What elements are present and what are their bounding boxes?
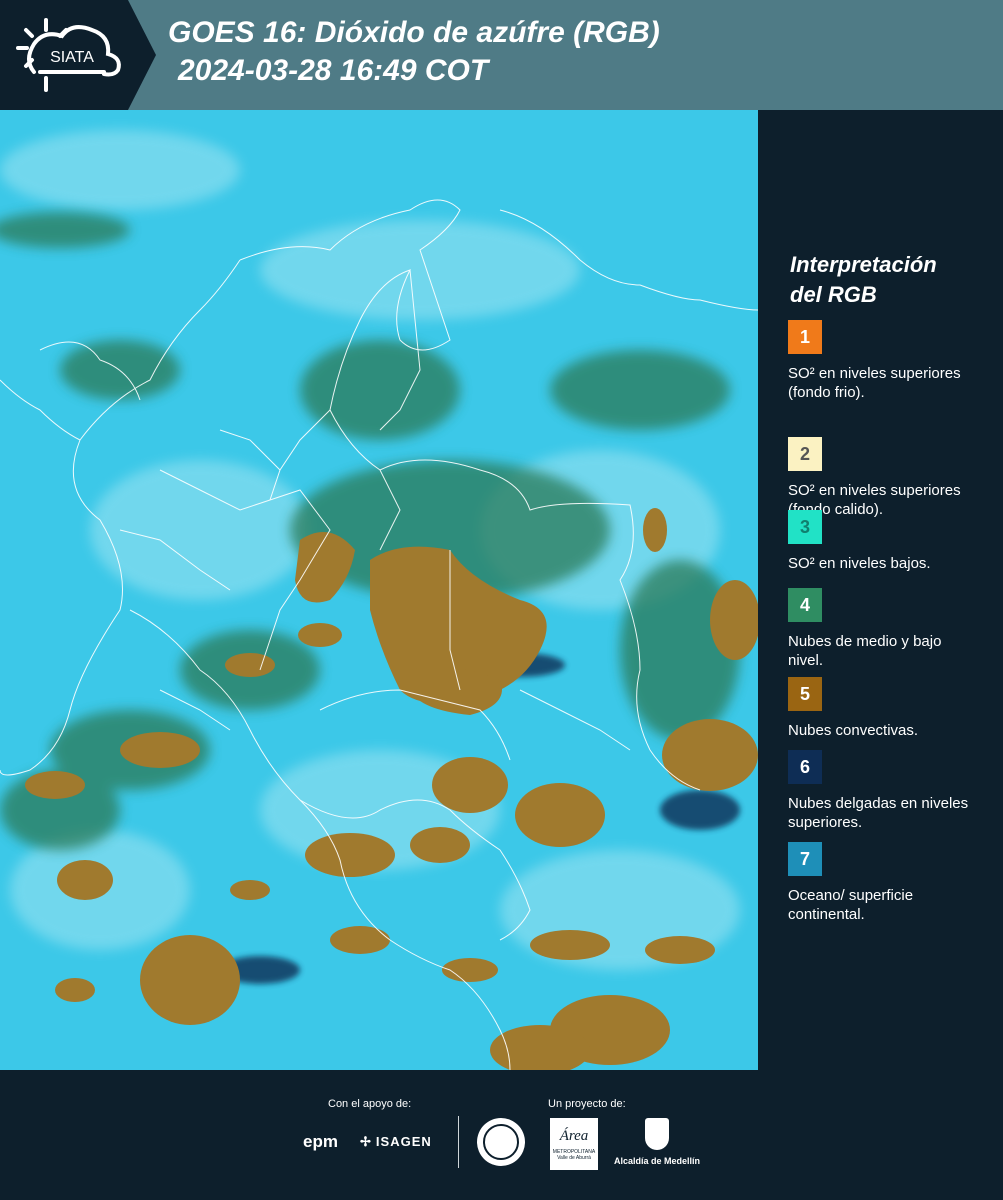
footer-divider bbox=[458, 1116, 459, 1168]
legend-swatch: 5 bbox=[788, 677, 822, 711]
support-label: Con el apoyo de: bbox=[328, 1098, 412, 1110]
legend-swatch: 4 bbox=[788, 588, 822, 622]
logo-arrow-shape bbox=[128, 0, 156, 110]
area-metropolitana-logo[interactable]: Área METROPOLITANA Valle de Aburrá bbox=[550, 1118, 598, 1170]
footer: Con el apoyo de: Un proyecto de: epm ✢ IS… bbox=[0, 1070, 1003, 1200]
header-bar: SIATA GOES 16: Dióxido de azúfre (RGB) 2… bbox=[0, 0, 1003, 110]
legend-item-7: 7 Oceano/ superficie continental. bbox=[788, 842, 998, 924]
alcaldia-medellin-logo[interactable]: Alcaldía de Medellín bbox=[612, 1118, 702, 1170]
legend-item-3: 3 SO² en niveles bajos. bbox=[788, 510, 998, 573]
legend-swatch: 2 bbox=[788, 437, 822, 471]
project-label: Un proyecto de: bbox=[548, 1098, 626, 1110]
isagen-logo[interactable]: ✢ ISAGEN bbox=[360, 1134, 432, 1150]
legend-item-1: 1 SO² en niveles superiores (fondo frio). bbox=[788, 320, 998, 402]
legend-item-6: 6 Nubes delgadas en niveles superiores. bbox=[788, 750, 998, 832]
legend-text: Nubes convectivas. bbox=[788, 722, 919, 739]
legend-text: SO² en niveles superiores (fondo frio). bbox=[788, 365, 961, 401]
epm-logo-text: epm bbox=[303, 1132, 338, 1151]
legend-title-line1: Interpretación bbox=[790, 252, 937, 277]
legend-text: Nubes delgadas en niveles superiores. bbox=[788, 795, 969, 831]
legend-swatch: 6 bbox=[788, 750, 822, 784]
area-logo-main: Área bbox=[559, 1128, 589, 1144]
satellite-image bbox=[0, 110, 758, 1070]
siata-logo[interactable]: SIATA bbox=[0, 0, 128, 110]
legend-title: Interpretación del RGB bbox=[790, 250, 990, 310]
epm-logo[interactable]: epm bbox=[303, 1132, 338, 1152]
legend-swatch: 1 bbox=[788, 320, 822, 354]
legend-text: SO² en niveles bajos. bbox=[788, 555, 931, 572]
page-title: GOES 16: Dióxido de azúfre (RGB) bbox=[168, 16, 660, 49]
sun-cloud-icon: SIATA bbox=[16, 18, 121, 92]
legend-title-line2: del RGB bbox=[790, 282, 877, 307]
legend-swatch: 7 bbox=[788, 842, 822, 876]
isagen-logo-text: ISAGEN bbox=[375, 1134, 432, 1149]
alcaldia-logo-text: Alcaldía de Medellín bbox=[613, 1156, 701, 1166]
legend-item-4: 4 Nubes de medio y bajo nivel. bbox=[788, 588, 998, 670]
page-timestamp: 2024-03-28 16:49 COT bbox=[178, 54, 489, 87]
legend-text: Nubes de medio y bajo nivel. bbox=[788, 633, 942, 669]
legend-text: Oceano/ superficie continental. bbox=[788, 887, 914, 923]
area-logo-sub2: Valle de Aburrá bbox=[557, 1155, 591, 1161]
satellite-map[interactable] bbox=[0, 110, 758, 1070]
legend-item-2: 2 SO² en niveles superiores (fondo calido… bbox=[788, 437, 998, 519]
legend-swatch: 3 bbox=[788, 510, 822, 544]
legend-item-5: 5 Nubes convectivas. bbox=[788, 677, 998, 740]
siata-logo-text: SIATA bbox=[50, 49, 94, 66]
medellin-seal-icon[interactable] bbox=[477, 1118, 525, 1166]
alcaldia-shield-icon bbox=[645, 1118, 669, 1150]
legend-panel: Interpretación del RGB 1 SO² en niveles s… bbox=[758, 110, 1003, 1070]
isagen-star-icon: ✢ bbox=[360, 1134, 372, 1149]
